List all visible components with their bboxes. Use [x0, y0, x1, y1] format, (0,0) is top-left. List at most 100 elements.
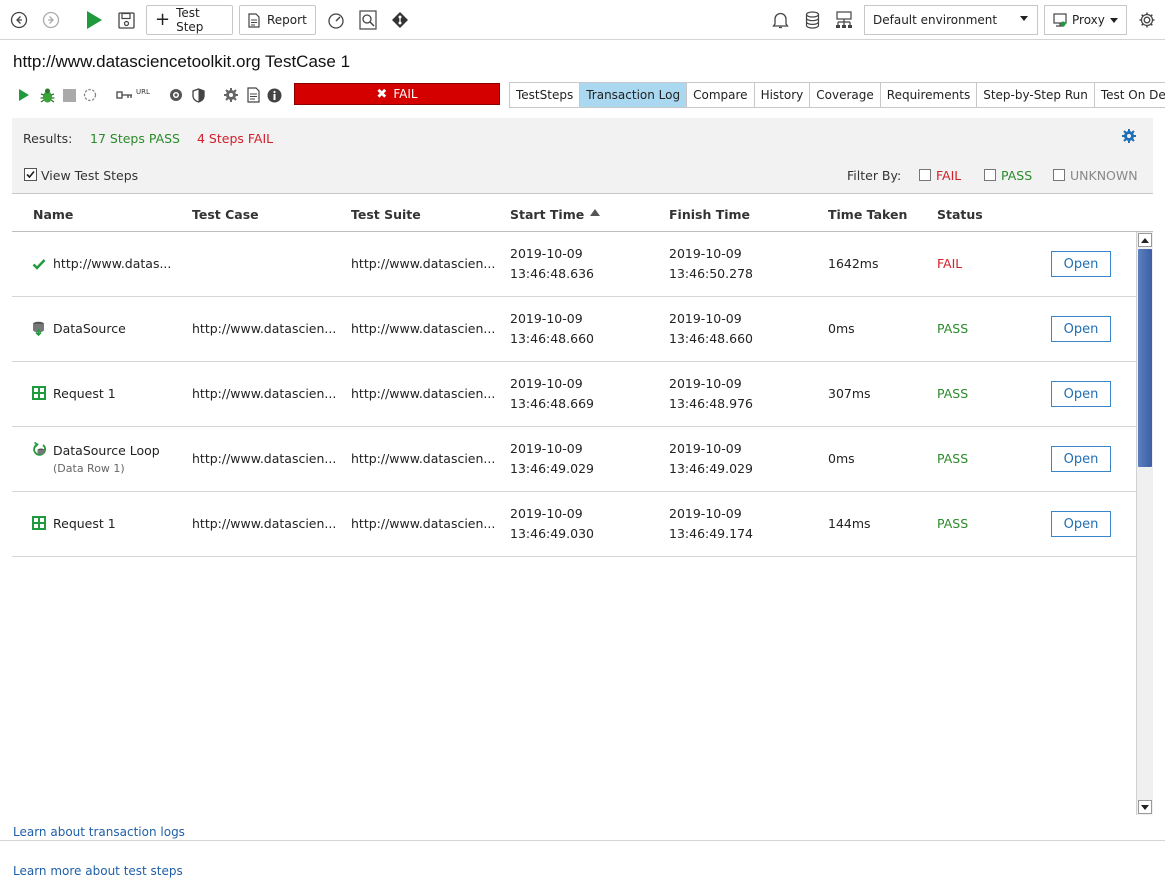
git-icon[interactable] — [390, 10, 410, 30]
fail-x-icon: ✖ — [376, 86, 388, 102]
column-finish-time[interactable]: Finish Time — [669, 207, 750, 222]
back-icon[interactable] — [9, 10, 29, 30]
scroll-down-arrow-icon[interactable] — [1138, 800, 1152, 814]
row-name: DataSource Loop — [53, 443, 160, 458]
security-scan-icon[interactable] — [358, 9, 378, 31]
run-test-icon[interactable] — [17, 86, 31, 104]
view-test-steps-label: View Test Steps — [41, 168, 139, 183]
open-button[interactable]: Open — [1051, 446, 1111, 472]
test-steps-link[interactable]: Learn more about test steps — [13, 864, 183, 878]
request-pass-icon — [32, 386, 46, 400]
save-icon[interactable] — [116, 10, 136, 30]
row-time-taken: 1642ms — [828, 256, 879, 271]
performance-icon[interactable] — [326, 10, 346, 30]
gear-icon[interactable] — [222, 86, 239, 104]
database-icon[interactable] — [802, 10, 822, 30]
record-icon[interactable] — [168, 86, 184, 104]
column-name[interactable]: Name — [33, 207, 73, 222]
request-pass-icon — [32, 516, 46, 530]
loop-icon[interactable] — [82, 87, 98, 103]
pass-count: 17 Steps PASS — [90, 131, 180, 146]
open-button[interactable]: Open — [1051, 381, 1111, 407]
results-label: Results: — [23, 131, 73, 146]
column-test-suite[interactable]: Test Suite — [351, 207, 421, 222]
table-row[interactable]: DataSource http://www.datascien... http:… — [12, 297, 1136, 362]
stop-icon[interactable] — [61, 87, 77, 103]
column-status[interactable]: Status — [937, 207, 983, 222]
transaction-logs-link[interactable]: Learn about transaction logs — [13, 825, 185, 839]
row-name: DataSource — [53, 321, 126, 336]
row-start-time: 2019-10-09 13:46:49.029 — [510, 441, 594, 476]
proxy-label: Proxy — [1072, 13, 1105, 27]
tab-test-on-demand[interactable]: Test On Demand — [1094, 83, 1165, 107]
filter-fail-checkbox[interactable] — [919, 169, 931, 181]
row-test-suite: http://www.datascien... — [351, 321, 496, 336]
info-icon[interactable] — [266, 86, 282, 104]
add-test-step-button[interactable]: + Test Step — [146, 5, 233, 35]
open-button[interactable]: Open — [1051, 511, 1111, 537]
open-button[interactable]: Open — [1051, 251, 1111, 277]
add-test-step-label: Test Step — [176, 6, 204, 34]
virtualization-icon[interactable] — [834, 10, 854, 30]
tab-teststeps[interactable]: TestSteps — [510, 83, 581, 107]
table-row[interactable]: DataSource Loop (Data Row 1) http://www.… — [12, 427, 1136, 492]
tab-step-by-step-run[interactable]: Step-by-Step Run — [977, 83, 1095, 107]
tab-history[interactable]: History — [754, 83, 811, 107]
view-test-steps-checkbox[interactable] — [24, 168, 37, 181]
row-start-time: 2019-10-09 13:46:48.660 — [510, 311, 594, 346]
filter-unknown-checkbox[interactable] — [1053, 169, 1065, 181]
row-test-case: http://www.datascien... — [192, 451, 337, 466]
environment-value: Default environment — [873, 13, 998, 27]
filter-pass-checkbox[interactable] — [984, 169, 996, 181]
settings-gear-icon[interactable] — [1137, 10, 1157, 30]
row-name: Request 1 — [53, 516, 116, 531]
scroll-thumb[interactable] — [1138, 249, 1152, 467]
vertical-scrollbar[interactable] — [1136, 232, 1153, 815]
document-icon[interactable] — [245, 86, 261, 104]
notifications-icon[interactable] — [770, 10, 790, 30]
row-start-time: 2019-10-09 13:46:48.669 — [510, 376, 594, 411]
shield-icon[interactable] — [190, 86, 206, 104]
filter-fail-label: FAIL — [936, 168, 962, 183]
column-start-time[interactable]: Start Time — [510, 207, 584, 222]
report-icon — [248, 12, 260, 28]
row-test-case: http://www.datascien... — [192, 321, 337, 336]
tab-transaction-log[interactable]: Transaction Log — [580, 83, 688, 107]
scroll-up-arrow-icon[interactable] — [1138, 233, 1152, 247]
panel-settings-icon[interactable] — [1120, 127, 1138, 145]
tab-coverage[interactable]: Coverage — [810, 83, 881, 107]
row-time-taken: 0ms — [828, 451, 855, 466]
row-status: FAIL — [937, 256, 963, 271]
filter-unknown-label: UNKNOWN — [1070, 168, 1138, 183]
transaction-log-table: Name Test Case Test Suite Start Time Fin… — [12, 196, 1153, 816]
row-finish-time: 2019-10-09 13:46:49.029 — [669, 441, 753, 476]
chevron-down-icon — [1020, 16, 1028, 21]
key-icon[interactable] — [115, 87, 133, 103]
tab-compare[interactable]: Compare — [687, 83, 755, 107]
table-row[interactable]: Request 1 http://www.datascien... http:/… — [12, 492, 1136, 557]
debug-icon[interactable] — [38, 85, 56, 105]
column-test-case[interactable]: Test Case — [192, 207, 259, 222]
run-icon[interactable] — [84, 9, 104, 31]
url-label[interactable]: URL — [136, 88, 150, 96]
row-time-taken: 307ms — [828, 386, 871, 401]
table-row[interactable]: Request 1 http://www.datascien... http:/… — [12, 362, 1136, 427]
environment-select[interactable]: Default environment — [864, 5, 1038, 35]
report-button[interactable]: Report — [239, 5, 316, 35]
forward-icon[interactable] — [41, 10, 61, 30]
row-status: PASS — [937, 451, 969, 466]
row-finish-time: 2019-10-09 13:46:48.660 — [669, 311, 753, 346]
page-title: http://www.datasciencetoolkit.org TestCa… — [13, 52, 351, 71]
test-status-bar: ✖ FAIL — [294, 83, 500, 105]
row-test-suite: http://www.datascien... — [351, 386, 496, 401]
row-name: http://www.datas... — [53, 256, 172, 271]
main-toolbar: + Test Step Report Default environment P… — [0, 0, 1165, 40]
tab-requirements[interactable]: Requirements — [880, 83, 978, 107]
open-button[interactable]: Open — [1051, 316, 1111, 342]
table-row[interactable]: http://www.datas... http://www.datascien… — [12, 232, 1136, 297]
row-finish-time: 2019-10-09 13:46:48.976 — [669, 376, 753, 411]
proxy-button[interactable]: Proxy — [1044, 5, 1127, 35]
report-label: Report — [267, 13, 307, 27]
column-time-taken[interactable]: Time Taken — [828, 207, 907, 222]
check-icon — [32, 257, 46, 271]
